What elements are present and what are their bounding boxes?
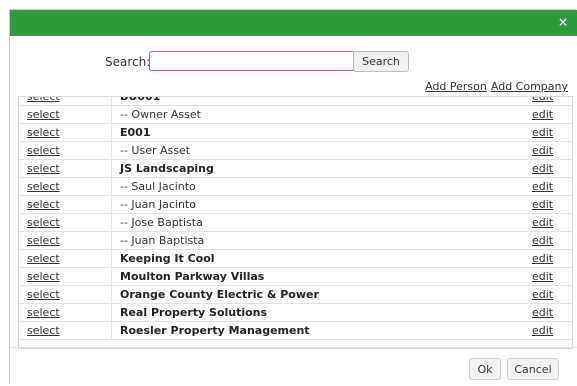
cancel-button[interactable]: Cancel xyxy=(507,358,559,380)
table-row: select JS Landscaping edit xyxy=(19,159,572,178)
row-name: Moulton Parkway Villas xyxy=(111,267,530,286)
select-link[interactable]: select xyxy=(27,198,60,211)
edit-link[interactable]: edit xyxy=(532,162,553,175)
edit-link[interactable]: edit xyxy=(532,97,553,103)
table-row: select BU001 edit xyxy=(19,97,572,106)
select-link[interactable]: select xyxy=(27,108,60,121)
edit-link[interactable]: edit xyxy=(532,144,553,157)
search-label: Search: xyxy=(105,55,151,69)
search-button[interactable]: Search xyxy=(353,51,409,72)
select-link[interactable]: select xyxy=(27,216,60,229)
dialog-titlebar: × xyxy=(10,10,577,36)
select-link[interactable]: select xyxy=(27,97,60,103)
table-row: select -- Saul Jacinto edit xyxy=(19,177,572,196)
row-name: BU001 xyxy=(111,97,530,106)
edit-link[interactable]: edit xyxy=(532,270,553,283)
select-link[interactable]: select xyxy=(27,234,60,247)
edit-link[interactable]: edit xyxy=(532,198,553,211)
row-name: Keeping It Cool xyxy=(111,249,530,268)
select-link[interactable]: select xyxy=(27,288,60,301)
select-contact-dialog: × Search: Search Add Person Add Company s… xyxy=(9,9,577,386)
search-row: Search: Search xyxy=(10,51,577,73)
row-name: -- Juan Baptista xyxy=(111,231,530,250)
dialog-footer: Ok Cancel xyxy=(10,347,577,386)
close-icon[interactable]: × xyxy=(555,14,571,30)
table-row: select -- Juan Baptista edit xyxy=(19,231,572,250)
add-person-link[interactable]: Add Person xyxy=(425,80,487,93)
table-row: select -- Juan Jacinto edit xyxy=(19,195,572,214)
add-links: Add Person Add Company xyxy=(425,80,568,93)
row-name: JS Landscaping xyxy=(111,159,530,178)
search-input[interactable] xyxy=(149,51,355,71)
select-link[interactable]: select xyxy=(27,270,60,283)
table-row: select -- User Asset edit xyxy=(19,141,572,160)
edit-link[interactable]: edit xyxy=(532,126,553,139)
table-row: select E001 edit xyxy=(19,123,572,142)
results-table: select BU001 edit select -- Owner Asset edit s… xyxy=(19,97,572,340)
select-link[interactable]: select xyxy=(27,324,60,337)
row-name: -- Juan Jacinto xyxy=(111,195,530,214)
table-row: select Roesler Property Management edit xyxy=(19,321,572,340)
edit-link[interactable]: edit xyxy=(532,324,553,337)
row-name: E001 xyxy=(111,123,530,142)
table-row: select -- Jose Baptista edit xyxy=(19,213,572,232)
row-name: -- Jose Baptista xyxy=(111,213,530,232)
table-row: select -- Owner Asset edit xyxy=(19,105,572,124)
row-name: Orange County Electric & Power xyxy=(111,285,530,304)
table-row: select Keeping It Cool edit xyxy=(19,249,572,268)
select-link[interactable]: select xyxy=(27,306,60,319)
edit-link[interactable]: edit xyxy=(532,234,553,247)
select-link[interactable]: select xyxy=(27,252,60,265)
edit-link[interactable]: edit xyxy=(532,108,553,121)
row-name: -- Owner Asset xyxy=(111,105,530,124)
table-row: select Moulton Parkway Villas edit xyxy=(19,267,572,286)
ok-button[interactable]: Ok xyxy=(469,358,501,380)
edit-link[interactable]: edit xyxy=(532,252,553,265)
table-row: select Real Property Solutions edit xyxy=(19,303,572,322)
select-link[interactable]: select xyxy=(27,144,60,157)
edit-link[interactable]: edit xyxy=(532,288,553,301)
edit-link[interactable]: edit xyxy=(532,216,553,229)
edit-link[interactable]: edit xyxy=(532,180,553,193)
add-company-link[interactable]: Add Company xyxy=(491,80,568,93)
select-link[interactable]: select xyxy=(27,180,60,193)
row-name: Roesler Property Management xyxy=(111,321,530,340)
row-name: -- User Asset xyxy=(111,141,530,160)
table-row: select Orange County Electric & Power edit xyxy=(19,285,572,304)
select-link[interactable]: select xyxy=(27,126,60,139)
row-name: -- Saul Jacinto xyxy=(111,177,530,196)
results-list[interactable]: select BU001 edit select -- Owner Asset edit s… xyxy=(18,96,573,349)
edit-link[interactable]: edit xyxy=(532,306,553,319)
row-name: Real Property Solutions xyxy=(111,303,530,322)
select-link[interactable]: select xyxy=(27,162,60,175)
